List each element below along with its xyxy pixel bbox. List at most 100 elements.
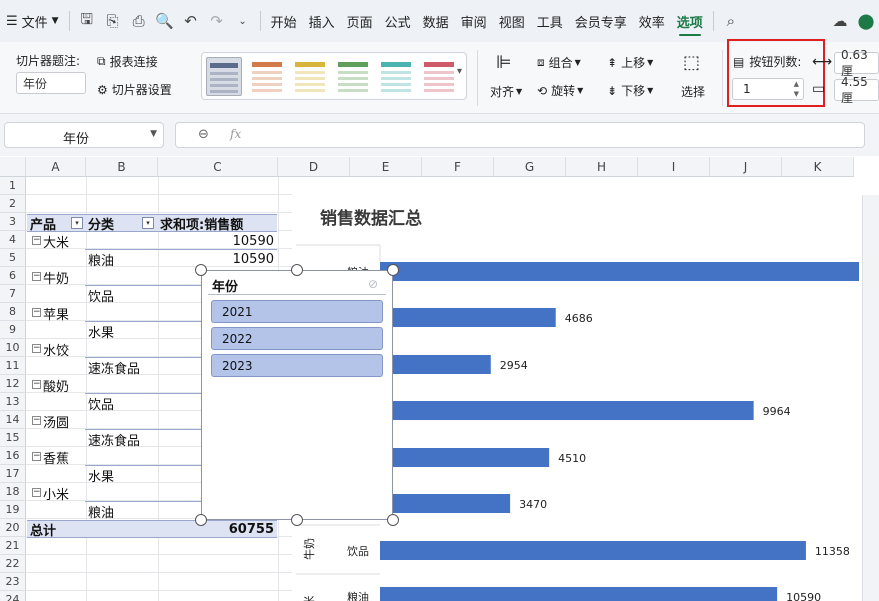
row-header-13[interactable]: 13 [0,393,26,411]
year-slicer[interactable]: 年份 ⊘ 2021 2022 2023 [201,270,393,520]
chevron-down-icon[interactable]: ▼ [150,129,157,139]
row-header-1[interactable]: 1 [0,177,26,195]
pivot-product-cell[interactable]: 小米 [43,484,69,503]
slicer-style-swatch[interactable] [378,57,414,96]
row-header-6[interactable]: 6 [0,267,26,285]
tab-home[interactable]: 开始 [265,0,303,42]
redo-icon[interactable]: ↷ [204,0,230,42]
pivot-product-cell[interactable]: 酸奶 [43,376,69,395]
pivot-category-cell[interactable]: 粮油 [88,250,114,269]
pivot-category-cell[interactable]: 速冻食品 [88,358,140,377]
tab-options[interactable]: 选项 [671,0,709,42]
tab-efficiency[interactable]: 效率 [633,0,671,42]
formula-input[interactable]: ⊖ fx [175,122,865,148]
collapse-icon[interactable]: − [32,380,41,389]
row-header-15[interactable]: 15 [0,429,26,447]
row-header-8[interactable]: 8 [0,303,26,321]
pivot-category-cell[interactable]: 饮品 [88,394,114,413]
resize-handle[interactable] [291,514,303,526]
row-header-23[interactable]: 23 [0,573,26,591]
collapse-icon[interactable]: − [32,416,41,425]
category-filter-icon[interactable]: ▾ [142,217,154,229]
slicer-style-swatch[interactable] [292,57,328,96]
row-header-12[interactable]: 12 [0,375,26,393]
more-chevron-icon[interactable]: ⌄ [230,0,256,42]
tab-tools[interactable]: 工具 [531,0,569,42]
row-header-14[interactable]: 14 [0,411,26,429]
row-header-21[interactable]: 21 [0,537,26,555]
sync-icon[interactable]: ⬤ [853,0,879,42]
file-menu[interactable]: ☰ 文件 ▼ [0,0,65,42]
pivot-product-cell[interactable]: 香蕉 [43,448,69,467]
column-header-b[interactable]: B [86,157,158,177]
share-icon[interactable]: ⎘ [100,0,126,42]
resize-handle[interactable] [387,264,399,276]
column-header-g[interactable]: G [494,157,566,177]
column-header-a[interactable]: A [26,157,86,177]
column-header-j[interactable]: J [710,157,782,177]
slicer-item-2022[interactable]: 2022 [211,327,383,350]
tab-member[interactable]: 会员专享 [569,0,633,42]
pivot-product-cell[interactable]: 水饺 [43,340,69,359]
undo-icon[interactable]: ↶ [178,0,204,42]
slicer-style-swatch[interactable] [249,57,285,96]
pivot-product-cell[interactable]: 苹果 [43,304,69,323]
pivot-category-cell[interactable]: 水果 [88,322,114,341]
column-header-i[interactable]: I [638,157,710,177]
collapse-icon[interactable]: − [32,344,41,353]
search-icon[interactable]: ⌕ [718,0,744,42]
row-header-3[interactable]: 3 [0,213,26,231]
row-header-24[interactable]: 24 [0,591,26,601]
report-connections-button[interactable]: ⧉ 报表连接 [97,53,158,70]
row-header-20[interactable]: 20 [0,519,26,537]
collapse-icon[interactable]: − [32,236,41,245]
collapse-icon[interactable]: − [32,452,41,461]
tab-page[interactable]: 页面 [341,0,379,42]
row-header-4[interactable]: 4 [0,231,26,249]
select-button[interactable]: 选择 [681,83,705,100]
row-header-10[interactable]: 10 [0,339,26,357]
row-header-7[interactable]: 7 [0,285,26,303]
pivot-category-cell[interactable]: 饮品 [88,286,114,305]
button-height-input[interactable]: 4.55厘 [834,75,879,105]
pivot-category-cell[interactable]: 粮油 [88,502,114,521]
print-preview-icon[interactable]: 🔍 [152,0,178,42]
cloud-icon[interactable]: ☁ [827,0,853,42]
row-header-2[interactable]: 2 [0,195,26,213]
send-backward-button[interactable]: ⇟ 下移 ▼ [607,82,653,99]
slicer-style-swatch[interactable] [335,57,371,96]
pivot-category-cell[interactable]: 水果 [88,466,114,485]
tab-review[interactable]: 审阅 [455,0,493,42]
tab-insert[interactable]: 插入 [303,0,341,42]
slicer-style-swatch[interactable] [421,57,457,96]
bring-forward-button[interactable]: ⇞ 上移 ▼ [607,54,653,71]
collapse-icon[interactable]: − [32,308,41,317]
column-header-k[interactable]: K [782,157,854,177]
pivot-product-cell[interactable]: 牛奶 [43,268,69,287]
rotate-button[interactable]: ⟲ 旋转 ▼ [537,82,583,99]
collapse-icon[interactable]: − [32,488,41,497]
product-filter-icon[interactable]: ▾ [71,217,83,229]
row-header-18[interactable]: 18 [0,483,26,501]
print-icon[interactable]: ⎙ [126,0,152,42]
collapse-icon[interactable]: − [32,272,41,281]
name-box[interactable]: 年份 ▼ [4,122,164,148]
clear-filter-icon[interactable]: ⊘ [368,277,378,291]
resize-handle[interactable] [195,514,207,526]
resize-handle[interactable] [291,264,303,276]
column-header-h[interactable]: H [566,157,638,177]
tab-formulas[interactable]: 公式 [379,0,417,42]
pivot-product-value[interactable]: 10590 [200,232,274,250]
select-all-corner[interactable] [0,157,26,177]
group-button[interactable]: ⧈ 组合 ▼ [537,54,581,71]
row-header-5[interactable]: 5 [0,249,26,267]
pivot-category-value[interactable]: 10590 [200,250,274,268]
button-width-input[interactable]: 0.63厘 [834,48,879,78]
row-header-17[interactable]: 17 [0,465,26,483]
slicer-style-swatch[interactable] [206,57,242,96]
resize-handle[interactable] [387,514,399,526]
resize-handle[interactable] [195,264,207,276]
row-header-22[interactable]: 22 [0,555,26,573]
slicer-caption-input[interactable]: 年份 [16,72,86,94]
row-header-19[interactable]: 19 [0,501,26,519]
